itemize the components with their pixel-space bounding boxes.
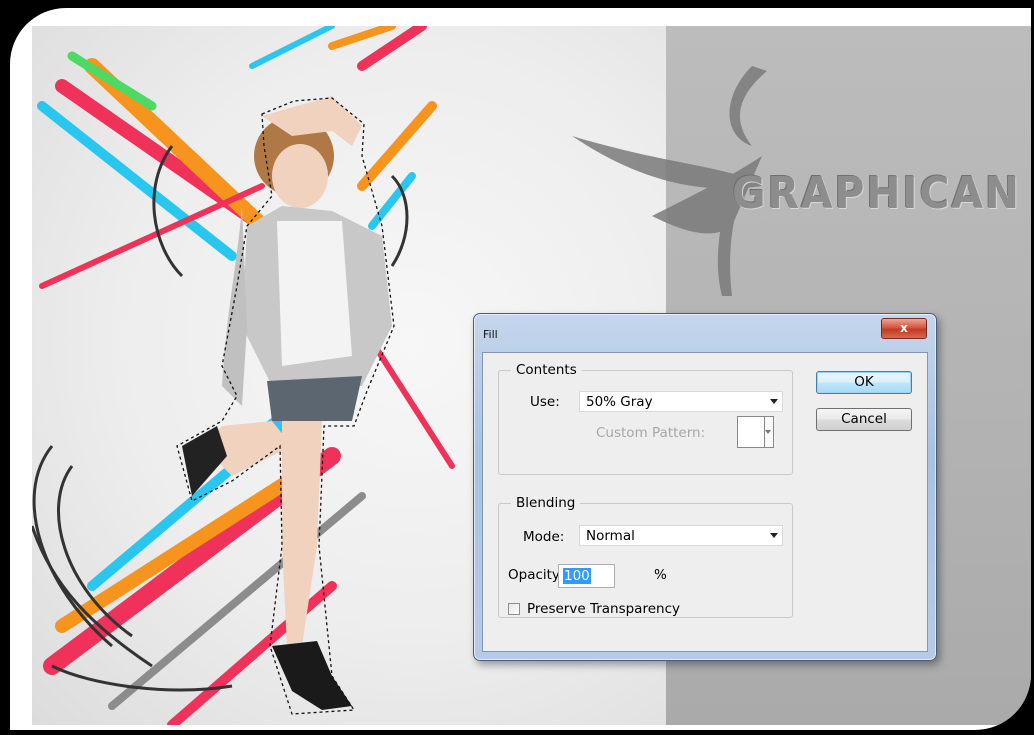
opacity-unit: %	[654, 567, 667, 583]
cancel-button[interactable]: Cancel	[816, 408, 912, 431]
mode-label: Mode:	[523, 529, 565, 545]
opacity-label: Opacity:	[508, 567, 564, 583]
dialog-titlebar[interactable]: Fill x	[474, 314, 936, 352]
custom-pattern-label: Custom Pattern:	[596, 425, 706, 441]
use-dropdown-value: 50% Gray	[586, 394, 653, 410]
dialog-title: Fill	[483, 328, 498, 341]
ok-button[interactable]: OK	[816, 371, 912, 394]
close-icon: x	[900, 321, 908, 335]
opacity-value: 100	[563, 568, 591, 584]
chevron-down-icon	[770, 399, 778, 404]
preserve-transparency-label[interactable]: Preserve Transparency	[527, 601, 680, 617]
preserve-transparency-checkbox[interactable]	[508, 603, 520, 615]
blending-legend: Blending	[516, 495, 576, 511]
chevron-down-icon	[765, 430, 771, 434]
opacity-input[interactable]: 100	[558, 564, 615, 588]
fill-dialog: Fill x Contents Use: 50% Gray Custom Pat…	[473, 313, 937, 661]
brand-wordmark: GRAPHICAN	[732, 168, 1021, 219]
contents-legend: Contents	[516, 362, 577, 378]
photoshop-canvas: GRAPHICAN Fill x Contents Use: 50% Gray …	[32, 26, 1031, 725]
blending-group: Blending	[498, 495, 793, 618]
dialog-client-area: Contents Use: 50% Gray Custom Pattern: B…	[482, 352, 928, 652]
use-dropdown[interactable]: 50% Gray	[579, 391, 783, 412]
mode-dropdown-value: Normal	[586, 528, 635, 544]
custom-pattern-picker[interactable]	[737, 416, 774, 448]
mode-dropdown[interactable]: Normal	[579, 525, 783, 546]
close-button[interactable]: x	[881, 318, 927, 339]
image-frame: GRAPHICAN Fill x Contents Use: 50% Gray …	[10, 8, 1031, 730]
chevron-down-icon	[770, 533, 778, 538]
pattern-swatch	[738, 417, 765, 447]
use-label: Use:	[530, 394, 560, 410]
